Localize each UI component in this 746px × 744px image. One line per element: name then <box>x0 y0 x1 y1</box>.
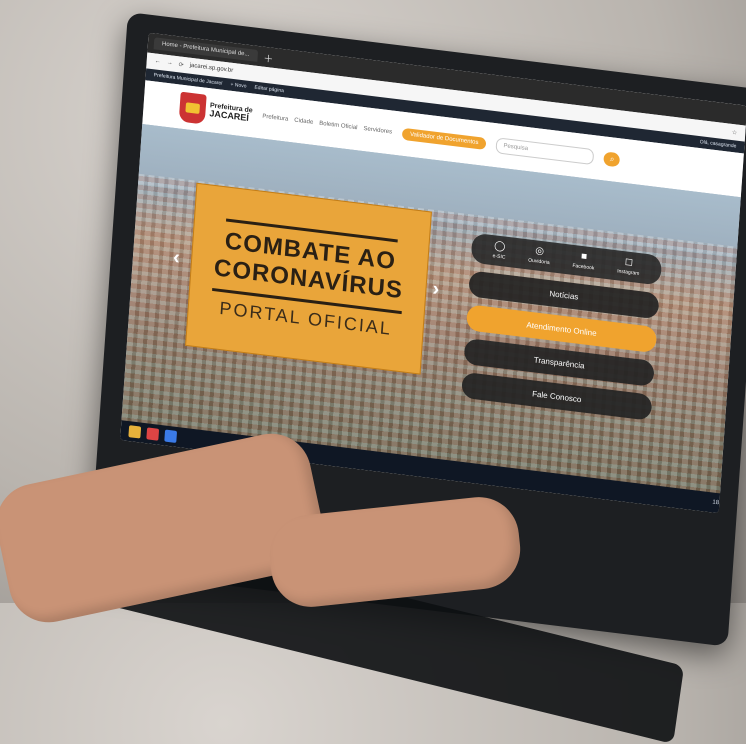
laptop-screen: Home - Prefeitura Municipal de... ＋ ← → … <box>120 32 746 514</box>
nav-item-boletim[interactable]: Boletim Oficial <box>319 121 358 132</box>
reload-icon[interactable]: ⟳ <box>178 61 184 69</box>
social-item-facebook[interactable]: ■ Facebook <box>572 251 595 272</box>
site-nav: Prefeitura Cidade Boletim Oficial Servid… <box>262 114 392 136</box>
nav-item-servidores[interactable]: Servidores <box>363 126 392 135</box>
folder-icon[interactable] <box>128 425 142 439</box>
app-icon[interactable] <box>164 429 178 443</box>
bookmark-item[interactable]: Editar página <box>254 85 284 95</box>
quick-links: ◯ e-SIC ◎ Ouvidoria ■ Facebook ◻ Instagr… <box>461 232 663 421</box>
nav-item-cidade[interactable]: Cidade <box>294 118 313 126</box>
bookmark-item[interactable]: + Novo <box>230 82 246 90</box>
logo-text: Prefeitura de JACAREÍ <box>209 101 253 123</box>
covid-banner[interactable]: COMBATE AO CORONAVÍRUS PORTAL OFICIAL <box>185 182 432 375</box>
search-input[interactable]: Pesquisa <box>495 137 595 166</box>
back-icon[interactable]: ← <box>155 58 161 65</box>
validador-button[interactable]: Validador de Documentos <box>401 127 487 151</box>
instagram-icon: ◻ <box>624 256 634 269</box>
search-icon[interactable]: ⌕ <box>603 151 621 168</box>
speech-icon: ◎ <box>534 245 545 258</box>
coat-of-arms-icon <box>178 91 207 125</box>
social-item-instagram[interactable]: ◻ Instagram <box>617 256 640 277</box>
new-tab-icon[interactable]: ＋ <box>263 49 274 65</box>
social-item-ouvidoria[interactable]: ◎ Ouvidoria <box>528 245 551 266</box>
chat-icon: ◯ <box>493 240 506 253</box>
nav-item-prefeitura[interactable]: Prefeitura <box>262 114 288 123</box>
taskbar-clock: 18:05 <box>712 499 728 508</box>
facebook-icon: ■ <box>580 250 588 263</box>
site-logo[interactable]: Prefeitura de JACAREÍ <box>178 91 254 131</box>
photo-scene: Home - Prefeitura Municipal de... ＋ ← → … <box>0 0 746 744</box>
chrome-icon[interactable] <box>146 427 160 441</box>
taskbar-icons <box>128 425 178 443</box>
star-icon[interactable]: ☆ <box>732 129 738 137</box>
social-item-esic[interactable]: ◯ e-SIC <box>492 240 506 260</box>
forward-icon[interactable]: → <box>166 60 172 67</box>
